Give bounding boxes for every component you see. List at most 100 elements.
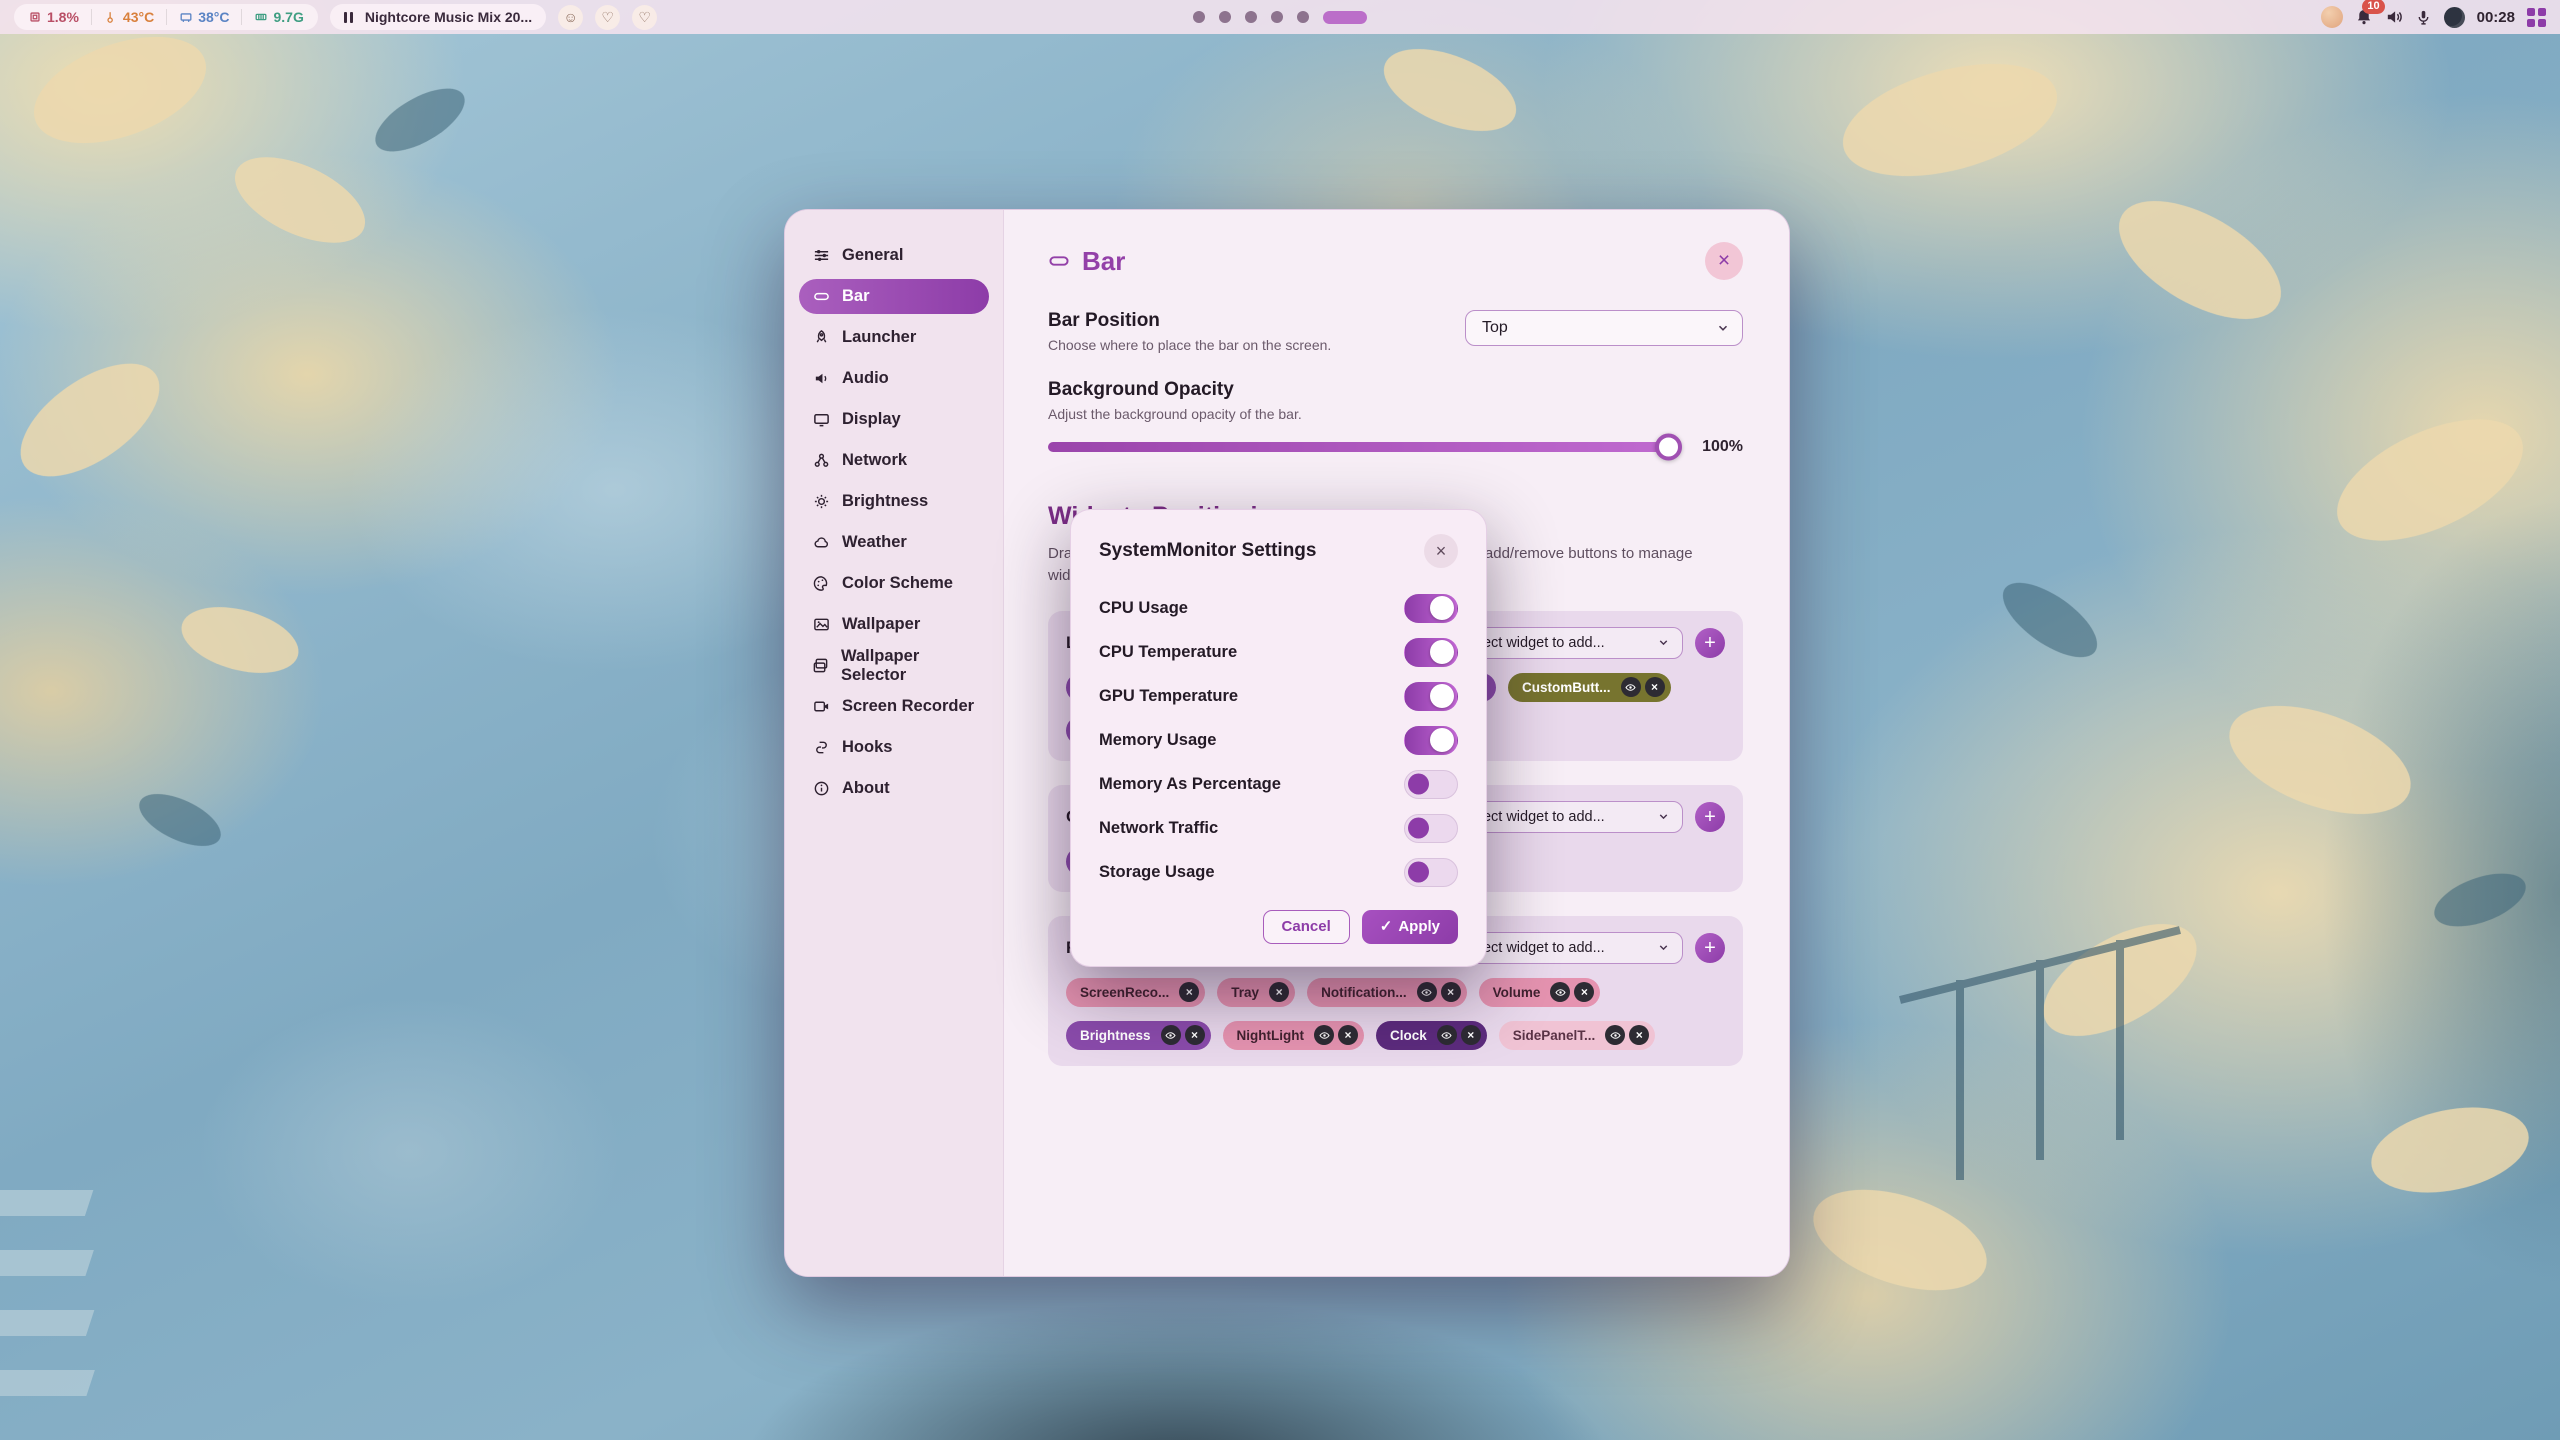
chevron-down-icon [1657,636,1670,649]
sidebar-item-screen-recorder[interactable]: Screen Recorder [799,689,989,724]
visibility-icon[interactable] [1621,677,1641,697]
widget-chip-custombutton[interactable]: CustomButt... × [1508,673,1671,702]
cancel-button[interactable]: Cancel [1263,910,1350,944]
background-opacity-description: Adjust the background opacity of the bar… [1048,406,1743,422]
sidebar-item-label: Weather [842,533,907,552]
remove-icon[interactable]: × [1645,677,1665,697]
visibility-icon[interactable] [1161,1025,1181,1045]
heart-icon: ♡ [638,10,651,24]
sidebar-item-wallpaper[interactable]: Wallpaper [799,607,989,642]
widget-chip-tray[interactable]: Tray × [1217,978,1295,1007]
heart-button[interactable]: ♡ [595,5,620,30]
sidebar-item-label: Wallpaper [842,615,920,634]
sidebar-item-label: Color Scheme [842,574,953,593]
opacity-value: 100% [1697,438,1743,456]
add-widget-button[interactable]: + [1695,802,1725,832]
toggle-knob [1430,596,1454,620]
sidebar-item-weather[interactable]: Weather [799,525,989,560]
media-title: Nightcore Music Mix 20... [365,9,532,25]
sidebar-item-network[interactable]: Network [799,443,989,478]
sidebar-item-launcher[interactable]: Launcher [799,320,989,355]
remove-icon[interactable]: × [1179,982,1199,1002]
sliders-icon [812,247,830,264]
visibility-icon[interactable] [1417,982,1437,1002]
widget-chip-screenrecord[interactable]: ScreenReco... × [1066,978,1205,1007]
remove-icon[interactable]: × [1461,1025,1481,1045]
gpu-temperature-value: 38°C [198,9,229,25]
sidebar-item-display[interactable]: Display [799,402,989,437]
sidebar-item-label: About [842,779,890,798]
workspace-dot[interactable] [1245,11,1257,23]
remove-icon[interactable]: × [1629,1025,1649,1045]
widget-chip-volume[interactable]: Volume × [1479,978,1601,1007]
close-settings-button[interactable]: × [1705,242,1743,280]
widget-chip-sidepanel[interactable]: SidePanelT... × [1499,1021,1656,1050]
sidebar-item-brightness[interactable]: Brightness [799,484,989,519]
network-traffic-toggle[interactable] [1404,814,1458,843]
microphone-icon[interactable] [2415,9,2432,26]
clock[interactable]: 00:28 [2477,9,2515,26]
sidebar-item-audio[interactable]: Audio [799,361,989,396]
workspace-dot[interactable] [1297,11,1309,23]
memory-usage-toggle[interactable] [1404,726,1458,755]
add-widget-button[interactable]: + [1695,628,1725,658]
pause-icon [344,12,353,23]
sidebar-item-wallpaper-selector[interactable]: Wallpaper Selector [799,648,989,683]
close-modal-button[interactable]: × [1424,534,1458,568]
volume-icon[interactable] [2385,8,2403,26]
sidebar-item-hooks[interactable]: Hooks [799,730,989,765]
workspace-dot[interactable] [1193,11,1205,23]
widget-chip-nightlight[interactable]: NightLight × [1223,1021,1364,1050]
workspace-dot[interactable] [1271,11,1283,23]
remove-icon[interactable]: × [1269,982,1289,1002]
visibility-icon[interactable] [1550,982,1570,1002]
sidebar-item-label: Launcher [842,328,916,347]
sidebar-item-about[interactable]: About [799,771,989,806]
workspace-active-pill[interactable] [1323,11,1367,24]
remove-icon[interactable]: × [1338,1025,1358,1045]
storage-usage-toggle[interactable] [1404,858,1458,887]
gpu-temperature-toggle[interactable] [1404,682,1458,711]
remove-icon[interactable]: × [1185,1025,1205,1045]
media-player-module[interactable]: Nightcore Music Mix 20... [330,4,546,30]
chip-label: Clock [1390,1028,1427,1043]
workspace-dot[interactable] [1219,11,1231,23]
sidebar-item-color-scheme[interactable]: Color Scheme [799,566,989,601]
dashboard-grid-icon[interactable] [2527,8,2546,27]
opacity-slider-knob[interactable] [1655,434,1682,461]
add-widget-button[interactable]: + [1695,933,1725,963]
apply-button[interactable]: ✓Apply [1362,910,1458,944]
visibility-icon[interactable] [1605,1025,1625,1045]
memory-icon [254,10,268,24]
notification-badge: 10 [2362,0,2384,14]
notifications-button[interactable]: 10 [2355,8,2373,26]
widget-chip-clock[interactable]: Clock × [1376,1021,1487,1050]
smiley-button[interactable]: ☺ [558,5,583,30]
visibility-icon[interactable] [1314,1025,1334,1045]
heart-button-2[interactable]: ♡ [632,5,657,30]
visibility-icon[interactable] [1437,1025,1457,1045]
night-light-icon[interactable] [2444,7,2465,28]
chip-label: Brightness [1080,1028,1151,1043]
sidebar-item-bar[interactable]: Bar [799,279,989,314]
brightness-icon [812,493,830,510]
screen-recorder-icon [812,698,830,715]
tray-app-icon[interactable] [2321,6,2343,28]
chevron-down-icon [1657,810,1670,823]
bar-position-dropdown[interactable]: Top [1465,310,1743,346]
remove-icon[interactable]: × [1441,982,1461,1002]
remove-icon[interactable]: × [1574,982,1594,1002]
widget-chip-brightness[interactable]: Brightness × [1066,1021,1211,1050]
sidebar-item-label: Network [842,451,907,470]
sidebar-item-general[interactable]: General [799,238,989,273]
opacity-slider[interactable] [1048,442,1679,452]
system-stats-module[interactable]: 1.8% 43°C 38°C 9.7G [14,4,318,30]
cpu-temperature-toggle[interactable] [1404,638,1458,667]
widget-chip-notification[interactable]: Notification... × [1307,978,1467,1007]
sidebar-item-label: Hooks [842,738,892,757]
close-icon: × [1718,249,1730,273]
cpu-usage-toggle[interactable] [1404,594,1458,623]
chip-label: Volume [1493,985,1541,1000]
temperature-value: 43°C [123,9,154,25]
memory-as-percentage-toggle[interactable] [1404,770,1458,799]
